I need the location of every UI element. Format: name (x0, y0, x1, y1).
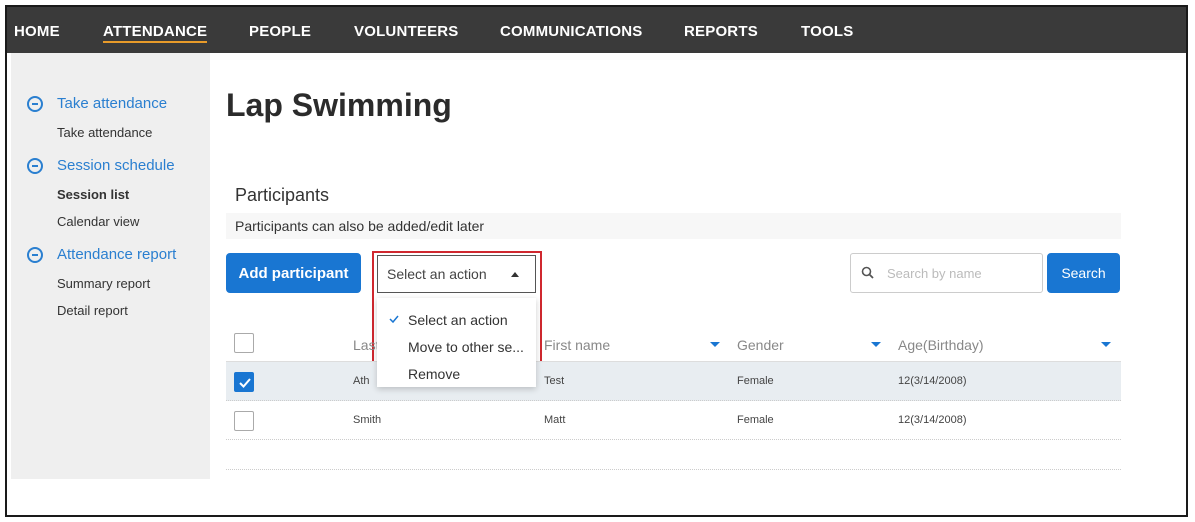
cell-first-name: Matt (544, 414, 566, 426)
minus-circle-icon (27, 95, 43, 112)
sidebar-item-session-list[interactable]: Session list (57, 187, 129, 202)
sidebar-group-take-attendance[interactable]: Take attendance (27, 95, 167, 112)
nav-attendance[interactable]: ATTENDANCE (103, 23, 208, 43)
search-icon (861, 266, 874, 279)
sidebar-group-label: Session schedule (57, 157, 175, 174)
search-button[interactable]: Search (1047, 253, 1120, 293)
check-icon (389, 315, 399, 324)
sidebar-group-session-schedule[interactable]: Session schedule (27, 157, 175, 174)
caret-up-icon (511, 272, 519, 277)
cell-last-name: Ath (353, 375, 370, 387)
column-header-last[interactable]: Last (353, 337, 379, 353)
cell-gender: Female (737, 414, 774, 426)
action-select[interactable]: Select an action (377, 255, 536, 293)
sidebar-item-summary-report[interactable]: Summary report (57, 276, 150, 291)
top-nav: HOME ATTENDANCE PEOPLE VOLUNTEERS COMMUN… (7, 7, 1186, 53)
option-move-to-other-session[interactable]: Move to other se... (377, 339, 536, 355)
sidebar-group-label: Take attendance (57, 95, 168, 112)
table-bottom-divider (226, 469, 1121, 470)
cell-first-name: Test (544, 375, 565, 387)
sidebar-group-label: Attendance report (57, 246, 177, 263)
action-dropdown: Select an action Move to other se... Rem… (377, 298, 536, 387)
column-header-first-name[interactable]: First name (544, 337, 610, 353)
sort-down-icon[interactable] (1101, 342, 1111, 347)
nav-volunteers[interactable]: VOLUNTEERS (354, 23, 459, 40)
nav-tools[interactable]: TOOLS (801, 23, 853, 40)
search-box (850, 253, 1043, 293)
sidebar-item-take-attendance[interactable]: Take attendance (57, 125, 152, 140)
select-all-checkbox[interactable] (234, 333, 254, 353)
option-select-an-action[interactable]: Select an action (377, 312, 536, 328)
sidebar: Take attendance Take attendance Session … (11, 53, 210, 479)
table-row[interactable]: Smith Matt Female 12(3/14/2008) (226, 401, 1121, 440)
sidebar-group-attendance-report[interactable]: Attendance report (27, 246, 176, 263)
page-title: Lap Swimming (226, 87, 452, 123)
row-checkbox[interactable] (234, 372, 254, 392)
sort-down-icon[interactable] (710, 342, 720, 347)
section-title: Participants (235, 185, 330, 205)
sort-down-icon[interactable] (871, 342, 881, 347)
nav-communications[interactable]: COMMUNICATIONS (500, 23, 643, 40)
app-window: HOME ATTENDANCE PEOPLE VOLUNTEERS COMMUN… (5, 5, 1188, 517)
nav-reports[interactable]: REPORTS (684, 23, 758, 40)
check-icon (239, 378, 251, 388)
cell-last-name: Smith (353, 414, 382, 426)
nav-home[interactable]: HOME (14, 23, 60, 40)
column-header-gender[interactable]: Gender (737, 337, 784, 353)
action-select-value: Select an action (387, 266, 487, 282)
nav-people[interactable]: PEOPLE (249, 23, 311, 40)
row-checkbox[interactable] (234, 411, 254, 431)
column-header-age[interactable]: Age(Birthday) (898, 337, 984, 353)
minus-circle-icon (27, 157, 43, 174)
table-row[interactable]: Ath Test Female 12(3/14/2008) (226, 362, 1121, 401)
option-remove[interactable]: Remove (377, 366, 536, 382)
cell-age: 12(3/14/2008) (898, 375, 967, 387)
sidebar-item-calendar-view[interactable]: Calendar view (57, 214, 139, 229)
sidebar-item-detail-report[interactable]: Detail report (57, 303, 128, 318)
participants-note: Participants can also be added/edit late… (226, 213, 1121, 239)
minus-circle-icon (27, 246, 43, 263)
add-participant-button[interactable]: Add participant (226, 253, 361, 293)
cell-age: 12(3/14/2008) (898, 414, 967, 426)
search-input[interactable] (887, 265, 1027, 281)
cell-gender: Female (737, 375, 774, 387)
